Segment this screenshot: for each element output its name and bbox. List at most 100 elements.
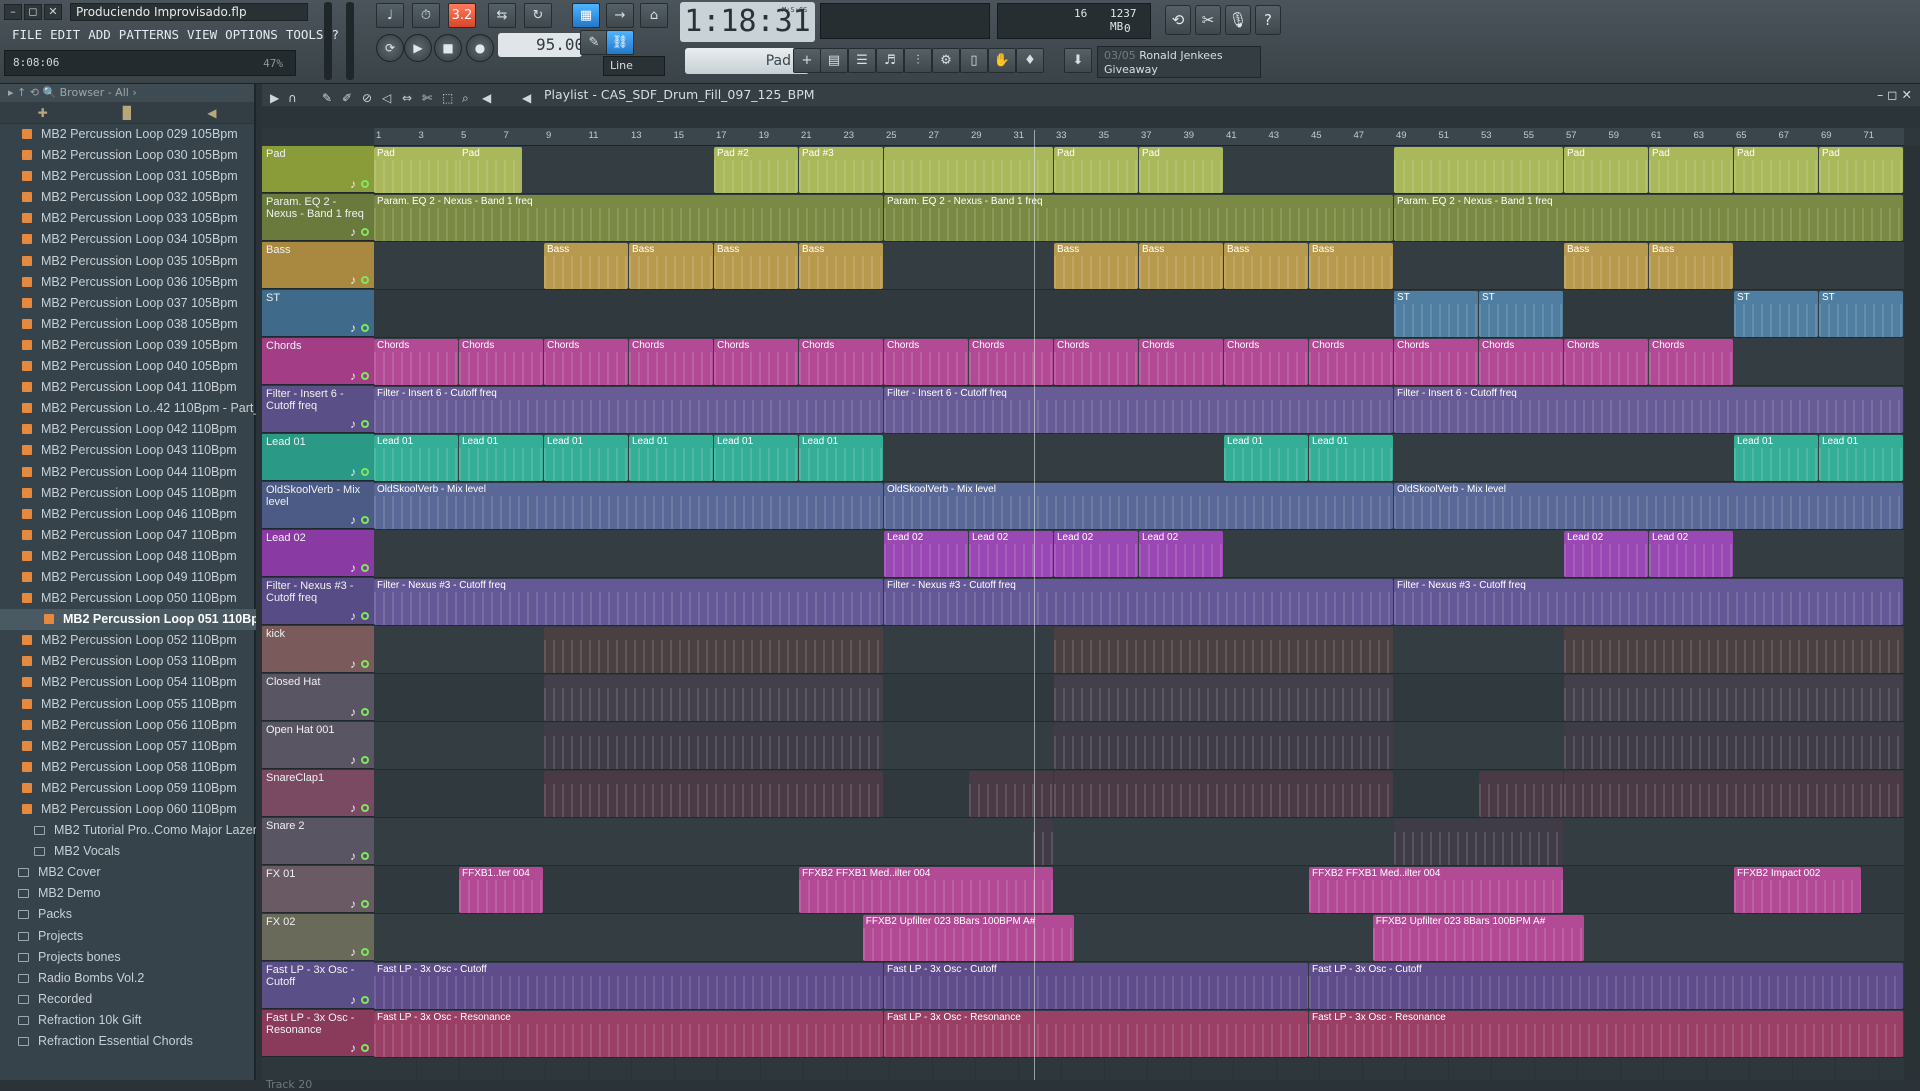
browser-file-icon[interactable]: ▉ <box>123 106 132 120</box>
playlist-clip[interactable]: Chords <box>544 339 628 385</box>
track-header[interactable]: SnareClap1 ♪ <box>262 770 374 817</box>
track-header[interactable]: FX 01 ♪ <box>262 866 374 913</box>
playlist-clip[interactable]: Bass <box>799 243 883 289</box>
track-lane[interactable]: Lead 02 Lead 02 Lead 02 Lead 02 Lead 02 Lead … <box>374 530 1904 578</box>
playlist-clip[interactable] <box>1564 723 1903 769</box>
metronome-icon[interactable]: ♩ <box>376 3 404 28</box>
playlist-clip[interactable]: Bass <box>629 243 713 289</box>
track-lane[interactable] <box>374 770 1904 818</box>
browser-item[interactable]: MB2 Percussion Loop 045 110Bpm <box>0 483 256 504</box>
track-header[interactable]: Filter - Nexus #3 - Cutoff freq ♪ <box>262 578 374 625</box>
scissors-icon[interactable]: ✂ <box>1195 5 1221 35</box>
browser-item[interactable]: MB2 Percussion Loop 047 110Bpm <box>0 525 256 546</box>
track-lane[interactable]: Fast LP - 3x Osc - Cutoff Fast LP - 3x Os… <box>374 962 1904 1010</box>
track-header[interactable]: Bass ♪ <box>262 242 374 289</box>
playlist-clip[interactable] <box>1479 771 1563 817</box>
playlist-clip[interactable]: ST <box>1479 291 1563 337</box>
playlist-clip[interactable]: Fast LP - 3x Osc - Cutoff <box>1309 963 1903 1009</box>
menu-help[interactable]: ? <box>331 27 339 42</box>
track-header[interactable]: Chords ♪ <box>262 338 374 385</box>
news-panel[interactable]: 03/05 Ronald Jenkees Giveaway <box>1097 46 1261 78</box>
browser-icon[interactable]: ▯ <box>960 48 988 73</box>
track-lane[interactable]: Pad Pad Pad #2 Pad #3 Pad Pad Pad Pad Pad Pad <box>374 146 1904 194</box>
playlist-clip[interactable]: Lead 02 <box>969 531 1053 577</box>
playlist-clip[interactable]: Filter - Insert 6 - Cutoff freq <box>374 387 883 433</box>
playlist-clip[interactable]: Fast LP - 3x Osc - Resonance <box>374 1011 883 1057</box>
playlist-clip[interactable] <box>1394 147 1563 193</box>
playlist-clip[interactable]: Bass <box>1054 243 1138 289</box>
vertical-scrollbar[interactable] <box>1904 146 1920 1080</box>
menu-options[interactable]: OPTIONS <box>225 27 278 42</box>
browser-item[interactable]: MB2 Percussion Loop 032 105Bpm <box>0 187 256 208</box>
browser-item[interactable]: MB2 Percussion Loop 038 105Bpm <box>0 314 256 335</box>
playlist-clip[interactable]: Pad <box>1564 147 1648 193</box>
typing-keyboard-icon[interactable]: ⌂ <box>640 3 668 28</box>
track-header[interactable]: Closed Hat ♪ <box>262 674 374 721</box>
browser-item[interactable]: Refraction 10k Gift <box>0 1010 256 1031</box>
playlist-clip[interactable]: Bass <box>1649 243 1733 289</box>
track-lane[interactable] <box>374 722 1904 770</box>
playlist-clip[interactable]: Pad <box>1819 147 1903 193</box>
pattern-mode-button[interactable]: 3.2 <box>448 3 476 28</box>
playlist-clip[interactable]: Chords <box>1054 339 1138 385</box>
track-header[interactable]: Filter - Insert 6 - Cutoff freq ♪ <box>262 386 374 433</box>
playlist-clip[interactable]: OldSkoolVerb - Mix level <box>884 483 1393 529</box>
track-header[interactable]: Lead 02 ♪ <box>262 530 374 577</box>
playlist-clip[interactable] <box>1564 771 1903 817</box>
playlist-clip[interactable]: Lead 01 <box>799 435 883 481</box>
arrangement-grid[interactable]: Pad Pad Pad #2 Pad #3 Pad Pad Pad Pad Pad Pad Para… <box>374 146 1904 1080</box>
help-icon[interactable]: ? <box>1255 5 1281 35</box>
playlist-clip[interactable] <box>544 771 883 817</box>
track-enable-toggle[interactable] <box>361 516 369 524</box>
playlist-clip[interactable]: Filter - Insert 6 - Cutoff freq <box>1394 387 1903 433</box>
playlist-clip[interactable] <box>1564 627 1903 673</box>
restore-button[interactable]: ◻ <box>24 4 42 20</box>
countdown-icon[interactable]: ⏱ <box>412 3 440 28</box>
track-enable-toggle[interactable] <box>361 276 369 284</box>
playlist-clip[interactable]: Pad <box>1734 147 1818 193</box>
playlist-clip[interactable]: Chords <box>714 339 798 385</box>
browser-item[interactable]: Projects <box>0 926 256 947</box>
menu-add[interactable]: ADD <box>88 27 111 42</box>
track-header[interactable]: Snare 2 ♪ <box>262 818 374 865</box>
browser-item[interactable]: MB2 Percussion Loop 039 105Bpm <box>0 335 256 356</box>
playlist-clip[interactable]: Pad #3 <box>799 147 883 193</box>
playlist-clip[interactable] <box>1394 819 1563 865</box>
record-button[interactable]: ● <box>466 34 494 62</box>
track-enable-toggle[interactable] <box>361 660 369 668</box>
playlist-clip[interactable]: Fast LP - 3x Osc - Cutoff <box>884 963 1308 1009</box>
pencil-icon[interactable]: ✎ <box>580 30 608 55</box>
track-lane[interactable]: Filter - Nexus #3 - Cutoff freq Filter - … <box>374 578 1904 626</box>
browser-item[interactable]: Refraction Essential Chords <box>0 1031 256 1052</box>
playlist-clip[interactable]: Lead 01 <box>1819 435 1903 481</box>
playlist-icon[interactable]: ▤ <box>820 48 848 73</box>
playlist-clip[interactable]: Lead 02 <box>1139 531 1223 577</box>
master-volume-slider[interactable] <box>324 2 332 80</box>
track-lane[interactable]: Param. EQ 2 - Nexus - Band 1 freq Param. … <box>374 194 1904 242</box>
track-header[interactable]: kick ♪ <box>262 626 374 673</box>
playlist-clip[interactable] <box>1054 675 1393 721</box>
playlist-clip[interactable]: Bass <box>714 243 798 289</box>
pattern-selector[interactable]: Pad <box>685 48 809 74</box>
playlist-clip[interactable]: Param. EQ 2 - Nexus - Band 1 freq <box>1394 195 1903 241</box>
track-header[interactable]: Pad ♪ <box>262 146 374 193</box>
browser-tree-icon[interactable]: ✚ <box>38 106 48 120</box>
browser-item[interactable]: MB2 Percussion Loop 033 105Bpm <box>0 208 256 229</box>
browser-item[interactable]: MB2 Percussion Loop 052 110Bpm <box>0 630 256 651</box>
track-enable-toggle[interactable] <box>361 756 369 764</box>
track-enable-toggle[interactable] <box>361 804 369 812</box>
track-lane[interactable]: FFXB2 Upfilter 023 8Bars 100BPM A# FFXB2 … <box>374 914 1904 962</box>
tempo-display[interactable]: 95.000 <box>498 33 594 57</box>
playlist-clip[interactable]: Fast LP - 3x Osc - Resonance <box>884 1011 1308 1057</box>
track-header[interactable]: OldSkoolVerb - Mix level ♪ <box>262 482 374 529</box>
playlist-clip[interactable] <box>1054 627 1393 673</box>
playlist-clip[interactable]: Chords <box>1479 339 1563 385</box>
playlist-clip[interactable]: Chords <box>1139 339 1223 385</box>
playlist-clip[interactable]: Pad <box>1054 147 1138 193</box>
browser-item[interactable]: MB2 Percussion Lo..42 110Bpm - Part_1 <box>0 398 256 419</box>
track-lane[interactable] <box>374 674 1904 722</box>
playlist-clip[interactable]: OldSkoolVerb - Mix level <box>1394 483 1903 529</box>
browser-item[interactable]: MB2 Percussion Loop 051 110Bpm <box>0 609 256 631</box>
snap-icon[interactable]: ▦ <box>572 3 600 28</box>
plugin-icon[interactable]: ⚙ <box>932 48 960 73</box>
